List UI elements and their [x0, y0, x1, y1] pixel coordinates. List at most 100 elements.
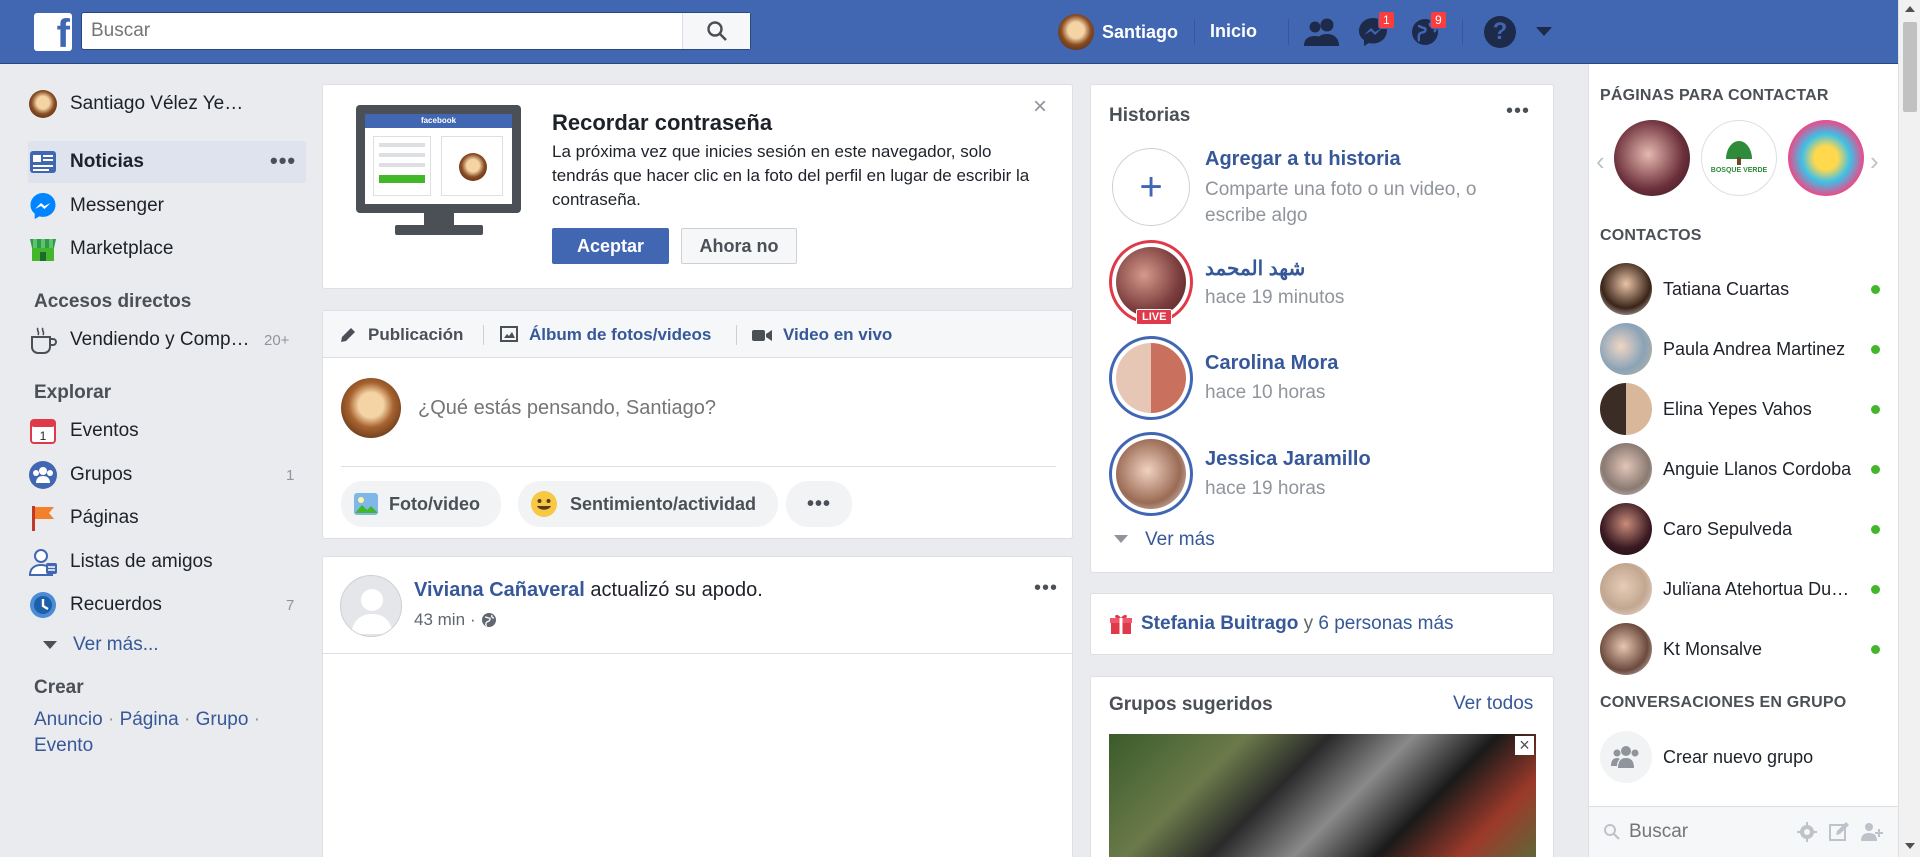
feeling-activity-button[interactable]: Sentimiento/actividad	[518, 481, 778, 527]
story-avatar-3[interactable]	[1109, 432, 1193, 516]
scroll-up-arrow-icon[interactable]	[1905, 6, 1915, 12]
avatar[interactable]	[340, 575, 402, 637]
not-now-button[interactable]: Ahora no	[681, 228, 797, 264]
more-options-icon[interactable]: •••	[786, 481, 852, 527]
birthday-others-link[interactable]: 6 personas más	[1318, 613, 1453, 634]
sidebar-item-marketplace[interactable]: Marketplace	[28, 229, 174, 269]
gear-icon[interactable]	[1796, 821, 1818, 843]
search-icon	[706, 21, 727, 41]
tab-publicacion[interactable]: Publicación	[338, 323, 463, 347]
contact-row[interactable]: Paula Andrea Martinez	[1600, 322, 1880, 376]
search-input[interactable]	[82, 13, 682, 49]
account-menu-chevron-icon[interactable]	[1536, 27, 1552, 36]
contact-row[interactable]: Kt Monsalve	[1600, 622, 1880, 676]
action-label: Sentimiento/actividad	[570, 493, 757, 514]
accept-button[interactable]: Aceptar	[552, 228, 669, 264]
contact-row[interactable]: Elina Yepes Vahos	[1600, 382, 1880, 436]
sidebar-item-label: Listas de amigos	[70, 551, 213, 572]
new-message-icon[interactable]	[1828, 821, 1850, 843]
post-author-link[interactable]: Viviana Cañaveral	[414, 579, 585, 601]
help-icon[interactable]: ?	[1484, 16, 1516, 48]
add-story-link[interactable]: Agregar a tu historia	[1205, 148, 1401, 171]
sidebar-item-listas-de-amigos[interactable]: Listas de amigos	[28, 542, 213, 582]
create-group-row[interactable]: Crear nuevo grupo	[1600, 730, 1880, 784]
tab-album[interactable]: Álbum de fotos/videos	[499, 323, 711, 347]
story-name[interactable]: Jessica Jaramillo	[1205, 448, 1371, 471]
profile-link[interactable]: Santiago	[1058, 14, 1178, 50]
see-more-link[interactable]: Ver más...	[73, 634, 159, 656]
page-scrollbar[interactable]	[1898, 0, 1920, 857]
messages-button[interactable]: 1	[1356, 11, 1396, 51]
facebook-logo-icon[interactable]: f	[34, 13, 72, 51]
groups-icon	[29, 461, 57, 489]
contact-name: Caro Sepulveda	[1663, 518, 1793, 539]
groups-see-all-link[interactable]: Ver todos	[1453, 693, 1533, 715]
birthday-name-link[interactable]: Stefania Buitrago	[1141, 613, 1298, 634]
pencil-icon	[341, 328, 355, 342]
story-name[interactable]: شهد المحمد	[1205, 256, 1305, 281]
close-icon[interactable]: ×	[1515, 736, 1534, 755]
more-options-icon[interactable]: •••	[270, 148, 296, 174]
post-action: actualizó su apodo.	[590, 579, 763, 601]
tab-live-video[interactable]: Video en vivo	[751, 323, 892, 347]
contact-row[interactable]: Caro Sepulveda	[1600, 502, 1880, 556]
avatar	[1600, 323, 1652, 375]
home-link[interactable]: Inicio	[1210, 21, 1257, 42]
sidebar-item-paginas[interactable]: Páginas	[28, 498, 139, 538]
shortcut-item[interactable]: Vendiendo y Comp… 20+	[28, 320, 289, 360]
tab-label: Video en vivo	[783, 325, 893, 344]
friend-requests-button[interactable]	[1303, 16, 1341, 50]
more-options-icon[interactable]: •••	[1034, 577, 1058, 600]
story-name[interactable]: Carolina Mora	[1205, 352, 1338, 375]
birthday-connector: y	[1303, 613, 1314, 634]
contact-row[interactable]: Anguie Llanos Cordoba	[1600, 442, 1880, 496]
sidebar-item-noticias[interactable]: Noticias	[28, 142, 144, 182]
online-indicator	[1871, 585, 1880, 594]
avatar	[1600, 383, 1652, 435]
contact-name: Julïana Atehortua Du…	[1663, 578, 1850, 599]
chat-search-bar	[1589, 807, 1898, 857]
contact-row[interactable]: Julïana Atehortua Du…	[1600, 562, 1880, 616]
search-box	[81, 12, 751, 50]
sidebar-item-grupos[interactable]: Grupos 1	[28, 455, 294, 495]
scroll-down-arrow-icon[interactable]	[1905, 843, 1915, 849]
chevron-left-icon[interactable]: ‹	[1596, 146, 1605, 177]
add-story-plus-icon[interactable]: +	[1112, 148, 1190, 226]
new-group-icon[interactable]	[1859, 821, 1885, 843]
contacts-heading: CONTACTOS	[1600, 227, 1702, 244]
sidebar-item-messenger[interactable]: Messenger	[28, 186, 164, 226]
composer-input[interactable]	[418, 391, 1038, 425]
sidebar-item-eventos[interactable]: 1 Eventos	[28, 411, 139, 451]
stories-see-more-link[interactable]: Ver más	[1145, 529, 1215, 551]
page-avatar[interactable]: BOSQUE VERDE	[1701, 120, 1777, 196]
notifications-button[interactable]: 9	[1408, 11, 1448, 51]
sidebar-item-label: Grupos	[70, 464, 133, 485]
photo-album-icon	[500, 326, 518, 342]
create-event-link[interactable]: Evento	[34, 735, 93, 756]
create-group-link[interactable]: Grupo	[196, 709, 249, 730]
chat-search-input[interactable]	[1629, 819, 1789, 845]
contact-row[interactable]: Tatiana Cuartas	[1600, 262, 1880, 316]
group-cover-image[interactable]	[1109, 734, 1536, 857]
photo-video-button[interactable]: Foto/video	[341, 481, 501, 527]
gift-icon	[1110, 614, 1132, 634]
stories-heading: Historias	[1109, 105, 1191, 126]
chevron-right-icon[interactable]: ›	[1870, 146, 1879, 177]
left-nav-profile[interactable]: Santiago Vélez Ye…	[28, 84, 243, 124]
scrollbar-thumb[interactable]	[1903, 22, 1917, 112]
online-indicator	[1871, 285, 1880, 294]
page-avatar[interactable]	[1788, 120, 1864, 196]
page-avatar[interactable]	[1614, 120, 1690, 196]
sidebar-item-recuerdos[interactable]: Recuerdos 7	[28, 585, 294, 625]
divider	[341, 466, 1056, 467]
search-button[interactable]	[682, 13, 750, 49]
create-ad-link[interactable]: Anuncio	[34, 709, 103, 730]
create-page-link[interactable]: Página	[120, 709, 179, 730]
online-indicator	[1871, 345, 1880, 354]
close-icon[interactable]: ×	[1033, 93, 1047, 121]
action-label: Foto/video	[389, 493, 480, 514]
video-camera-icon	[752, 330, 772, 341]
post-timestamp[interactable]: 43 min	[414, 610, 465, 630]
story-avatar-2[interactable]	[1109, 336, 1193, 420]
more-options-icon[interactable]: •••	[1506, 100, 1530, 123]
